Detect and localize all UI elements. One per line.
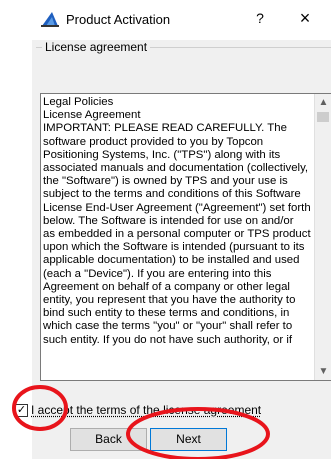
accept-row[interactable]: ✓ I accept the terms of the license agre… — [15, 402, 261, 418]
license-line: which case the terms "you" or "your" sha… — [43, 320, 293, 333]
license-line: IMPORTANT: PLEASE READ CAREFULLY. The — [43, 122, 287, 135]
help-button[interactable]: ? — [252, 10, 268, 26]
license-line: Legal Policies — [43, 96, 114, 108]
license-line: software product provided to you by Topc… — [43, 135, 264, 148]
license-line: entity, you represent that you have the … — [43, 294, 296, 307]
accept-checkbox[interactable]: ✓ — [15, 403, 28, 417]
back-button[interactable]: Back — [70, 428, 147, 451]
license-line: upon which the Software is intended (pur… — [43, 241, 305, 254]
close-button[interactable]: × — [296, 8, 314, 29]
license-line: the "Software") is owned by TPS and your… — [43, 175, 288, 188]
license-line: Agreement on behalf of a company or othe… — [43, 280, 290, 293]
license-textbox[interactable]: Legal Policies License Agreement IMPORTANT… — [40, 93, 331, 381]
license-line: bind such entity to these terms and cond… — [43, 307, 290, 320]
license-line: associated manuals and documentation (co… — [43, 162, 309, 175]
license-line: (each a "Device"). If you are entering i… — [43, 267, 272, 280]
title-bar: Product Activation ? × — [32, 0, 331, 40]
product-activation-dialog: Product Activation ? × License agreement… — [0, 0, 331, 459]
background-strip — [0, 0, 32, 459]
license-line: License End-User Agreement ("Agreement")… — [43, 201, 311, 214]
product-activation-icon — [41, 12, 59, 27]
scroll-up-icon[interactable]: ▲ — [315, 94, 331, 111]
check-icon: ✓ — [16, 403, 27, 416]
license-line: such entity. If you do not have such aut… — [43, 333, 293, 346]
scroll-down-icon[interactable]: ▼ — [315, 363, 331, 380]
next-button[interactable]: Next — [150, 428, 227, 451]
window-title: Product Activation — [66, 12, 171, 27]
group-label: License agreement — [42, 40, 151, 54]
license-line: subject to the terms and conditions of t… — [43, 188, 301, 201]
license-line: applicable documentation) to be installe… — [43, 254, 300, 267]
license-line: as embedded in a personal computer or TP… — [43, 228, 311, 241]
scroll-thumb[interactable] — [317, 112, 329, 122]
license-text: Legal Policies License Agreement IMPORTANT… — [43, 96, 315, 347]
license-scrollbar[interactable]: ▲ ▼ — [314, 94, 331, 380]
license-line: License Agreement — [43, 109, 141, 122]
license-line: below. The Software is intended for use … — [43, 214, 294, 227]
license-line: Positioning Systems, Inc. ("TPS") along … — [43, 148, 281, 161]
accept-label[interactable]: I accept the terms of the license agreem… — [31, 403, 261, 417]
